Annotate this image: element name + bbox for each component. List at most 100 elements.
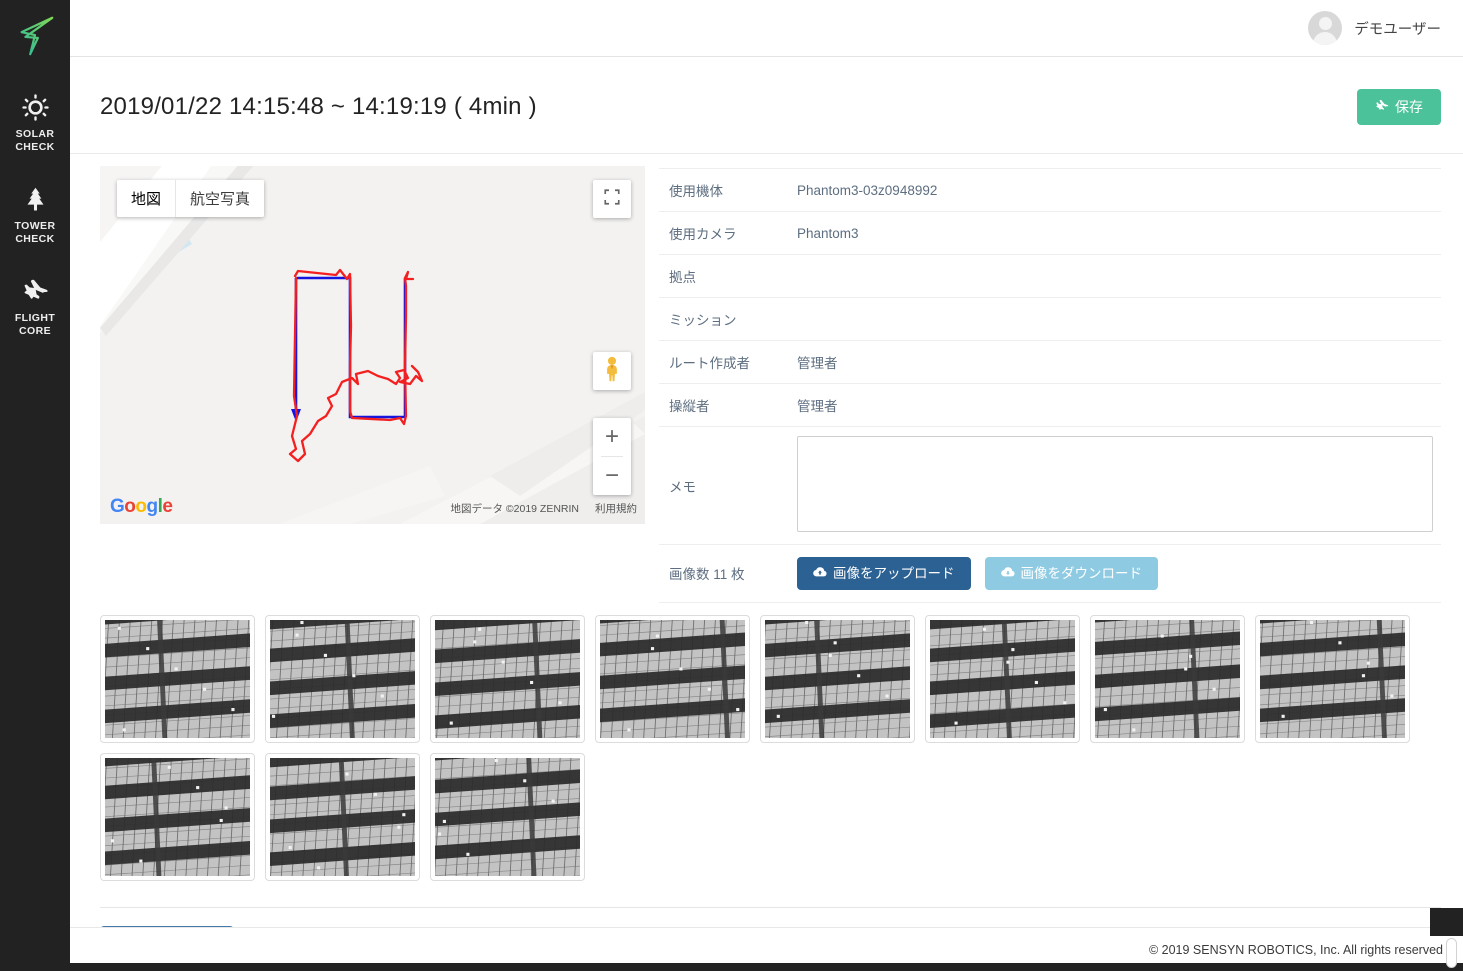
image-thumbnail[interactable] (925, 614, 1080, 743)
thumbnail-image (105, 757, 250, 876)
table-row: 使用カメラ Phantom3 (659, 212, 1441, 255)
download-images-label: 画像をダウンロード (1020, 565, 1143, 581)
thumbnail-image (765, 619, 910, 738)
scrollbar-thumb[interactable] (1446, 938, 1457, 968)
page-header: 2019/01/22 14:15:48 ~ 14:19:19 ( 4min ) … (70, 57, 1463, 155)
row-value: Phantom3 (797, 225, 859, 241)
map-data-credit: 地図データ ©2019 ZENRIN (450, 503, 579, 516)
thumbnail-image (600, 619, 745, 738)
thumbnail-image (435, 619, 580, 738)
thumbnail-image (105, 619, 250, 738)
detail-body: 地図 航空写真 + − Google 地図データ ©2019 ZENRIN 利用… (70, 154, 1463, 603)
memo-cell (787, 427, 1441, 545)
image-thumbnail[interactable] (430, 614, 585, 743)
flight-info-panel: 使用機体 Phantom3-03z0948992 使用カメラ Phantom3 … (659, 166, 1441, 603)
street-view-pegman-button[interactable] (593, 352, 631, 391)
image-thumbnail[interactable] (760, 614, 915, 743)
content-card: 2019/01/22 14:15:48 ~ 14:19:19 ( 4min ) … (70, 57, 1463, 927)
back-to-list-button[interactable]: 実績一覧へ戻る (100, 925, 234, 927)
bottom-band (0, 963, 1463, 971)
thumbnail-image (435, 757, 580, 876)
footer-actions: 実績一覧へ戻る (70, 908, 1463, 927)
table-row: 使用機体 Phantom3-03z0948992 (659, 168, 1441, 212)
table-row-memo: メモ (659, 427, 1441, 545)
image-thumbnail[interactable] (100, 614, 255, 743)
plane-icon (20, 276, 50, 306)
map-type-button-satellite[interactable]: 航空写真 (175, 180, 265, 218)
thumbnail-image (270, 757, 415, 876)
image-thumbnail[interactable] (1090, 614, 1245, 743)
tree-icon (20, 184, 50, 214)
plane-icon (1375, 99, 1389, 115)
thumbnail-image (1260, 619, 1405, 738)
sidebar-item-label: TOWER CHECK (14, 220, 56, 245)
user-menu[interactable]: デモユーザー (1308, 11, 1441, 45)
image-thumbnail[interactable] (265, 614, 420, 743)
sensyn-logo-icon[interactable] (11, 12, 59, 60)
download-images-button[interactable]: 画像をダウンロード (984, 557, 1158, 590)
cloud-upload-icon (813, 566, 827, 581)
avatar (1308, 11, 1343, 45)
flight-info-table: 使用機体 Phantom3-03z0948992 使用カメラ Phantom3 … (659, 168, 1441, 603)
right-edge-band (1430, 908, 1463, 936)
row-label: 操縦者 (669, 399, 710, 415)
image-thumbnail[interactable] (430, 752, 585, 881)
sun-icon (20, 92, 50, 122)
map-type-button-map[interactable]: 地図 (117, 180, 176, 218)
thumbnail-image (930, 619, 1075, 738)
image-thumbnail-grid (70, 603, 1463, 881)
image-thumbnail[interactable] (595, 614, 750, 743)
image-count-label: 画像数 11 枚 (669, 567, 745, 583)
memo-input[interactable] (797, 436, 1433, 533)
upload-images-button[interactable]: 画像をアップロード (797, 557, 971, 590)
fullscreen-icon (603, 188, 621, 211)
upload-images-label: 画像をアップロード (833, 565, 955, 581)
cloud-download-icon (1000, 566, 1015, 581)
row-value: 管理者 (797, 399, 838, 415)
table-row-images: 画像数 11 枚 画像をアップロード 画像をダウンロード (659, 545, 1441, 603)
sidebar-item-label: FLIGHT CORE (14, 312, 56, 337)
row-value: Phantom3-03z0948992 (797, 182, 938, 198)
image-thumbnail[interactable] (100, 752, 255, 881)
row-label: 拠点 (669, 270, 696, 286)
row-value: 管理者 (797, 356, 838, 372)
zoom-in-button[interactable]: + (593, 418, 631, 456)
copyright-text: © 2019 SENSYN ROBOTICS, Inc. All rights … (1148, 942, 1443, 957)
zoom-out-button[interactable]: − (593, 457, 631, 495)
sidebar-item-flight-core[interactable]: FLIGHT CORE (0, 266, 70, 344)
map-terms-link[interactable]: 利用規約 (595, 501, 637, 516)
map-type-control[interactable]: 地図 航空写真 (117, 180, 265, 218)
flight-path-overlay (288, 269, 424, 463)
image-thumbnail[interactable] (1255, 614, 1410, 743)
row-label: 使用カメラ (669, 227, 737, 243)
flight-map[interactable]: 地図 航空写真 + − Google 地図データ ©2019 ZENRIN 利用… (100, 166, 645, 525)
table-row: ルート作成者 管理者 (659, 341, 1441, 384)
row-label: 使用機体 (669, 184, 723, 200)
row-label: ルート作成者 (669, 356, 750, 372)
user-name-label: デモユーザー (1354, 21, 1441, 38)
table-row: ミッション (659, 298, 1441, 341)
row-value (787, 255, 1441, 298)
sidebar-item-solar-check[interactable]: SOLAR CHECK (0, 82, 70, 160)
main-area: デモユーザー 2019/01/22 14:15:48 ~ 14:19:19 ( … (70, 0, 1463, 971)
thumbnail-image (270, 619, 415, 738)
google-logo: Google (110, 496, 173, 518)
street-view-pegman-icon (602, 356, 622, 387)
image-actions-cell: 画像をアップロード 画像をダウンロード (787, 545, 1441, 603)
memo-label: メモ (669, 479, 696, 495)
fullscreen-button[interactable] (593, 180, 631, 219)
row-label: ミッション (669, 313, 737, 329)
top-bar: デモユーザー (70, 0, 1463, 57)
app-root: SOLAR CHECK TOWER CHECK FLIGHT CORE デモユー… (0, 0, 1463, 971)
zoom-control-group[interactable]: + − (593, 418, 631, 496)
save-button[interactable]: 保存 (1357, 89, 1441, 126)
save-button-label: 保存 (1395, 99, 1423, 116)
thumbnail-image (1095, 619, 1240, 738)
map-attribution: 地図データ ©2019 ZENRIN 利用規約 (450, 501, 637, 516)
sidebar-item-label: SOLAR CHECK (15, 128, 55, 153)
table-row: 拠点 (659, 255, 1441, 298)
sidebar: SOLAR CHECK TOWER CHECK FLIGHT CORE (0, 0, 70, 971)
page-title: 2019/01/22 14:15:48 ~ 14:19:19 ( 4min ) (100, 93, 537, 121)
sidebar-item-tower-check[interactable]: TOWER CHECK (0, 174, 70, 252)
image-thumbnail[interactable] (265, 752, 420, 881)
